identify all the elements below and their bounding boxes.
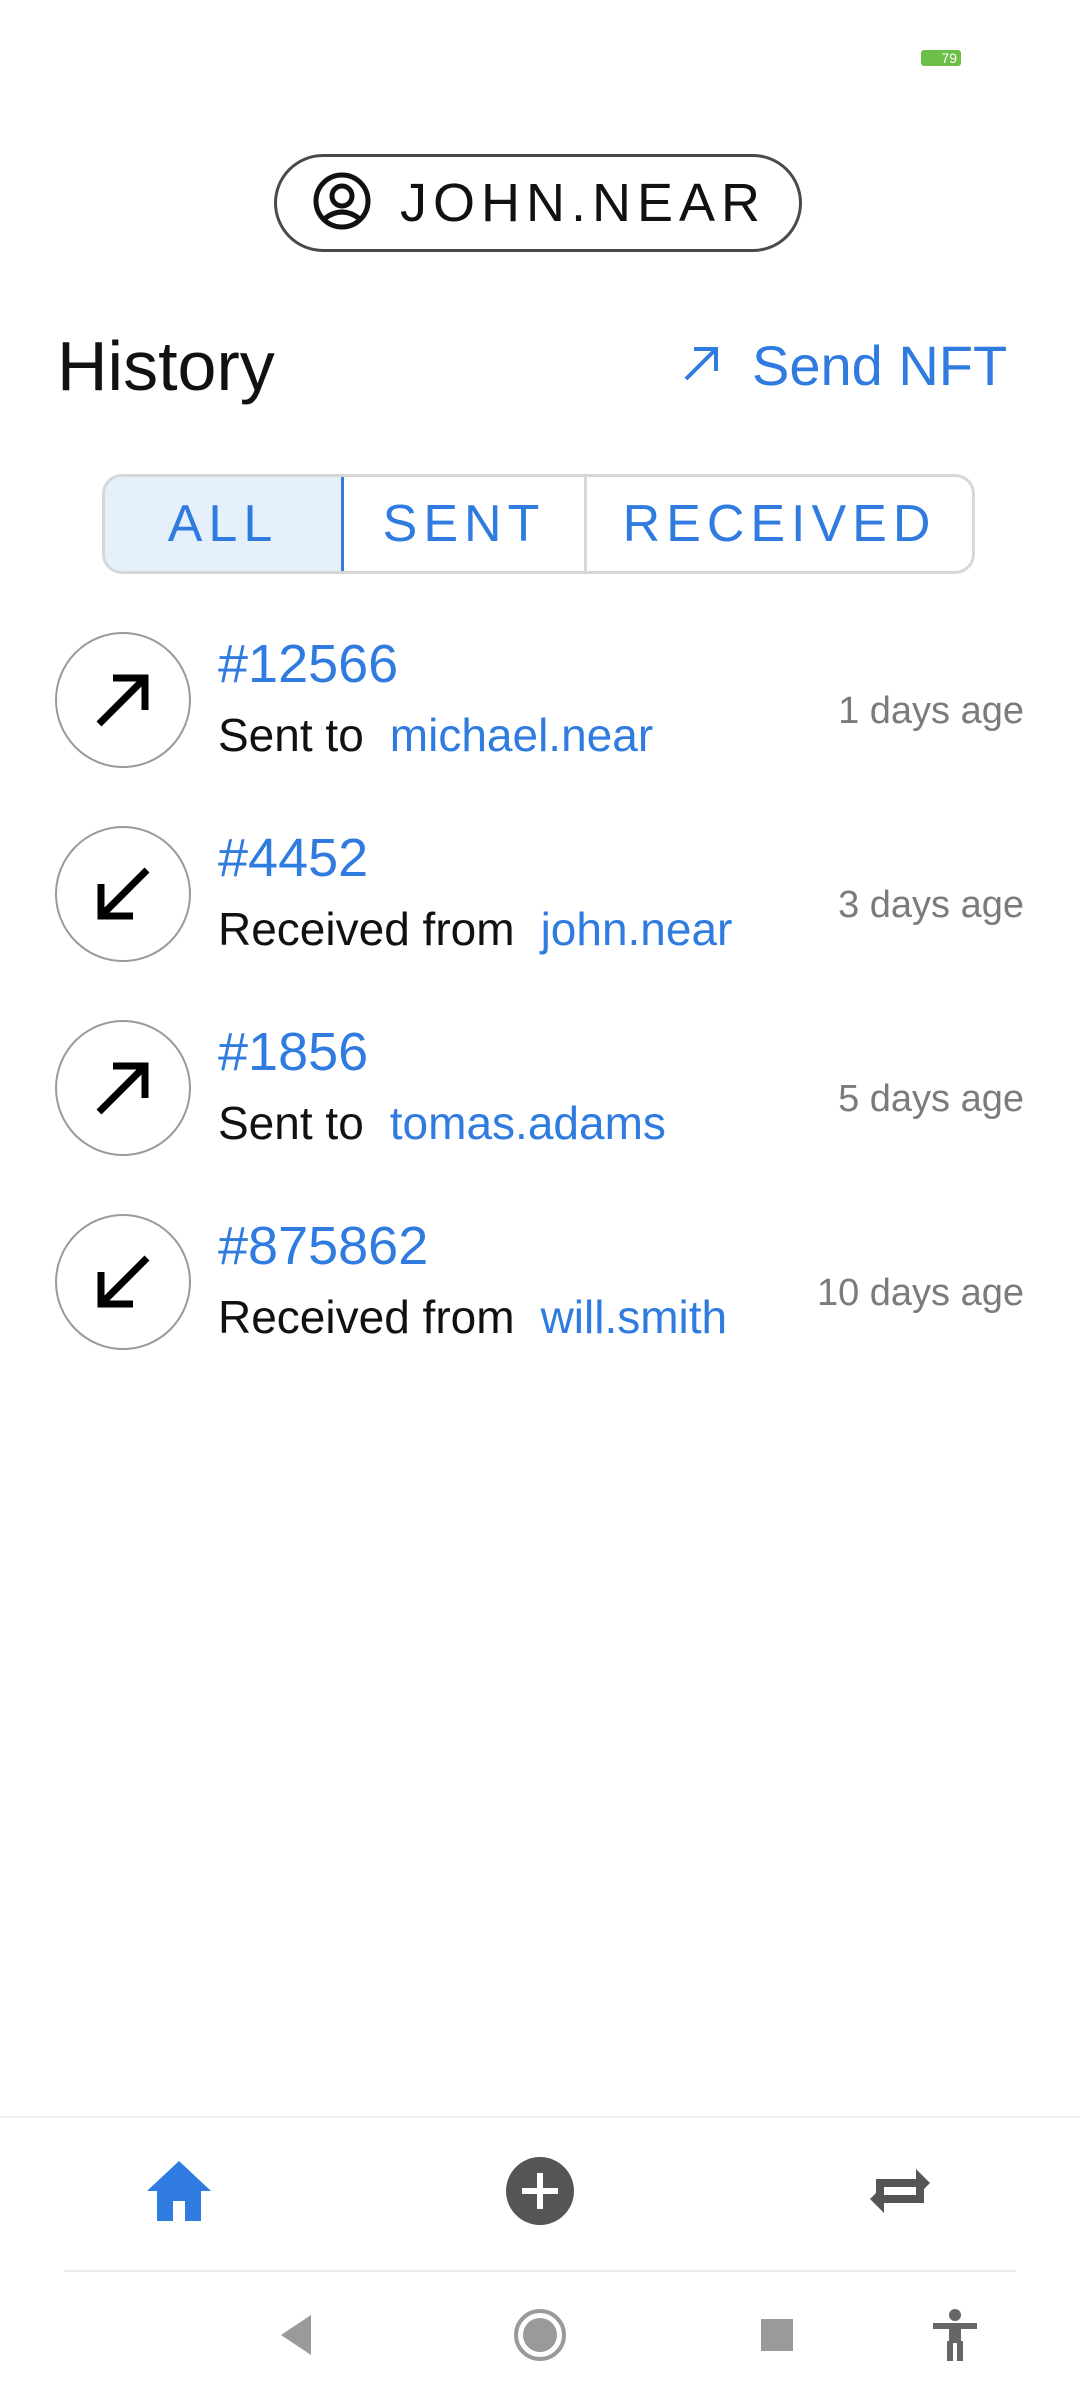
account-button[interactable]: JOHN.NEAR xyxy=(274,154,802,252)
tab-sent-label: SENT xyxy=(382,495,546,553)
received-arrow-icon xyxy=(55,826,191,962)
history-item-counterparty[interactable]: michael.near xyxy=(390,709,653,761)
history-item-time: 10 days age xyxy=(816,1272,1024,1314)
nav-add-button[interactable] xyxy=(495,2148,585,2238)
arrow-up-right-icon xyxy=(680,333,724,398)
history-item-counterparty[interactable]: tomas.adams xyxy=(390,1097,666,1149)
history-item-time: 5 days age xyxy=(838,1078,1024,1120)
history-item-description: Sent to michael.near xyxy=(218,708,653,762)
tab-received-label: RECEIVED xyxy=(622,495,937,553)
sent-arrow-icon xyxy=(55,1020,191,1156)
system-accessibility-button[interactable] xyxy=(920,2302,990,2372)
nav-transfer-button[interactable] xyxy=(855,2148,945,2238)
battery-indicator: 79 xyxy=(921,50,961,66)
repeat-icon xyxy=(864,2155,936,2232)
history-item-id[interactable]: #875862 xyxy=(218,1215,428,1277)
nav-home-button[interactable] xyxy=(134,2148,224,2238)
history-item-description: Received from john.near xyxy=(218,902,732,956)
page-title: History xyxy=(57,327,275,405)
history-item-time: 3 days age xyxy=(838,884,1024,926)
bottom-nav-divider xyxy=(0,2116,1080,2118)
system-back-button[interactable] xyxy=(264,2302,334,2372)
history-item-action: Sent to xyxy=(218,709,364,761)
history-item-action: Received from xyxy=(218,1291,515,1343)
history-item-counterparty[interactable]: john.near xyxy=(541,903,733,955)
received-arrow-icon xyxy=(55,1214,191,1350)
system-recents-button[interactable] xyxy=(742,2302,812,2372)
history-item-id[interactable]: #1856 xyxy=(218,1021,368,1083)
accessibility-icon xyxy=(927,2307,983,2368)
account-name: JOHN.NEAR xyxy=(399,173,767,233)
history-item-action: Received from xyxy=(218,903,515,955)
system-nav-divider xyxy=(64,2270,1016,2272)
history-item-action: Sent to xyxy=(218,1097,364,1149)
sent-arrow-icon xyxy=(55,632,191,768)
history-item-description: Received from will.smith xyxy=(218,1290,727,1344)
system-home-button[interactable] xyxy=(505,2302,575,2372)
send-nft-label: Send NFT xyxy=(752,334,1008,397)
tab-all-label: ALL xyxy=(167,495,279,553)
tab-sent[interactable]: SENT xyxy=(344,477,587,571)
plus-circle-icon xyxy=(504,2155,576,2232)
recents-icon xyxy=(749,2307,805,2368)
history-item-counterparty[interactable]: will.smith xyxy=(541,1291,728,1343)
tab-all[interactable]: ALL xyxy=(105,477,344,571)
account-circle-icon xyxy=(310,169,374,238)
history-item-description: Sent to tomas.adams xyxy=(218,1096,666,1150)
history-item-id[interactable]: #12566 xyxy=(218,633,398,695)
home-circle-icon xyxy=(512,2307,568,2368)
history-item-time: 1 days age xyxy=(838,690,1024,732)
battery-level: 79 xyxy=(941,50,957,66)
tab-received[interactable]: RECEIVED xyxy=(587,477,972,571)
home-icon xyxy=(143,2155,215,2232)
back-icon xyxy=(271,2307,327,2368)
history-filter-tabs: ALL SENT RECEIVED xyxy=(102,474,975,574)
send-nft-button[interactable]: Send NFT xyxy=(680,333,1007,398)
history-item-id[interactable]: #4452 xyxy=(218,827,368,889)
